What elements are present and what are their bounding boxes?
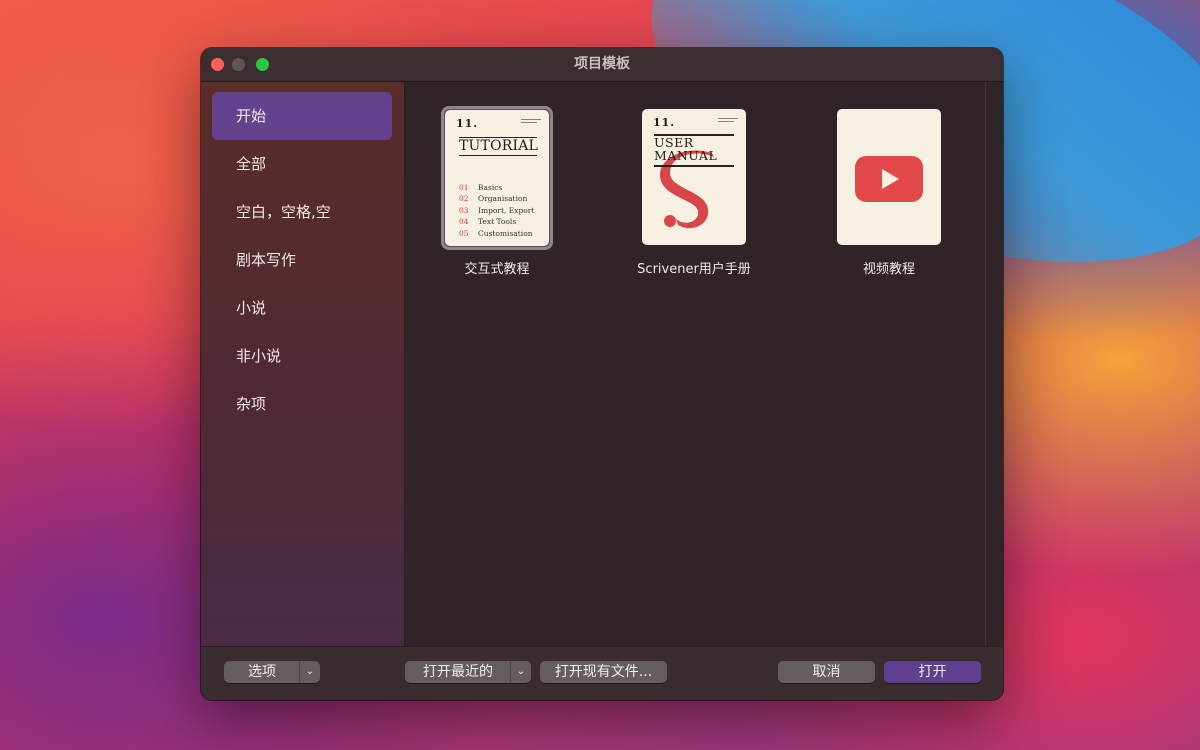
options-popup-button[interactable]: 选项 ⌄ [224, 661, 320, 683]
chevron-down-icon: ⌄ [299, 661, 320, 683]
template-card-interactive-tutorial[interactable]: 11. TUTORIAL 01 Basics 02 Organisation 03 I… [417, 106, 577, 277]
selection-highlight: 11. TUTORIAL 01 Basics 02 Organisation 03 I… [441, 106, 553, 250]
thumbnail-frame [837, 106, 941, 250]
template-category-sidebar: 开始 全部 空白，空格,空 剧本写作 小说 非小说 杂项 [201, 82, 405, 646]
play-video-icon [855, 156, 923, 202]
template-caption: 视频教程 [862, 262, 915, 277]
sidebar-item-non-fiction[interactable]: 非小说 [212, 332, 392, 380]
cancel-button[interactable]: 取消 [778, 661, 875, 683]
sidebar-item-fiction[interactable]: 小说 [212, 284, 392, 332]
sidebar-item-blank[interactable]: 空白，空格,空 [212, 188, 392, 236]
open-recent-popup-button[interactable]: 打开最近的 ⌄ [405, 661, 531, 683]
scrivener-11-logo: 11. [456, 117, 479, 130]
sidebar-item-scriptwriting[interactable]: 剧本写作 [212, 236, 392, 284]
toc-row: 05 Customisation [459, 228, 533, 238]
video-thumbnail[interactable] [837, 109, 941, 245]
thumbnail-frame: 11. USER MANUAL [642, 106, 746, 250]
tutorial-toc: 01 Basics 02 Organisation 03 Import, Export… [459, 182, 545, 239]
sidebar-item-all[interactable]: 全部 [212, 140, 392, 188]
title-bar[interactable]: 项目模板 [201, 48, 1003, 82]
open-button[interactable]: 打开 [884, 661, 981, 683]
tutorial-heading: TUTORIAL [459, 137, 539, 156]
toc-row: 01 Basics [459, 183, 503, 192]
toc-row: 04 Text Tools [459, 217, 517, 227]
fine-print-lines [718, 118, 738, 124]
user-manual-thumbnail[interactable]: 11. USER MANUAL [642, 109, 746, 245]
open-existing-file-button[interactable]: 打开现有文件... [540, 661, 667, 683]
project-templates-window: 项目模板 开始 全部 空白，空格,空 剧本写作 小说 非小说 杂项 11. TU… [201, 48, 1003, 700]
scrivener-11-logo: 11. [653, 116, 676, 129]
heading-rule [654, 165, 734, 167]
template-caption: 交互式教程 [464, 262, 530, 277]
template-caption: Scrivener用户手册 [637, 262, 751, 277]
chevron-down-icon: ⌄ [510, 661, 531, 683]
template-card-video-tutorials[interactable]: 视频教程 [809, 106, 969, 277]
toc-row: 03 Import, Export [459, 205, 535, 215]
scroll-track[interactable] [985, 82, 986, 646]
window-title: 项目模板 [574, 56, 630, 72]
fine-print-lines [521, 119, 541, 125]
tutorial-thumbnail[interactable]: 11. TUTORIAL 01 Basics 02 Organisation 03 I… [445, 110, 549, 246]
toc-row: 02 Organisation [459, 194, 528, 204]
sidebar-item-miscellaneous[interactable]: 杂项 [212, 380, 392, 428]
sidebar-item-start[interactable]: 开始 [212, 92, 392, 140]
template-card-user-manual[interactable]: 11. USER MANUAL Scrivener用户手册 [614, 106, 774, 277]
user-manual-heading: USER MANUAL [654, 135, 718, 163]
footer-toolbar: 选项 ⌄ 打开最近的 ⌄ 打开现有文件... 取消 打开 [201, 646, 1003, 700]
